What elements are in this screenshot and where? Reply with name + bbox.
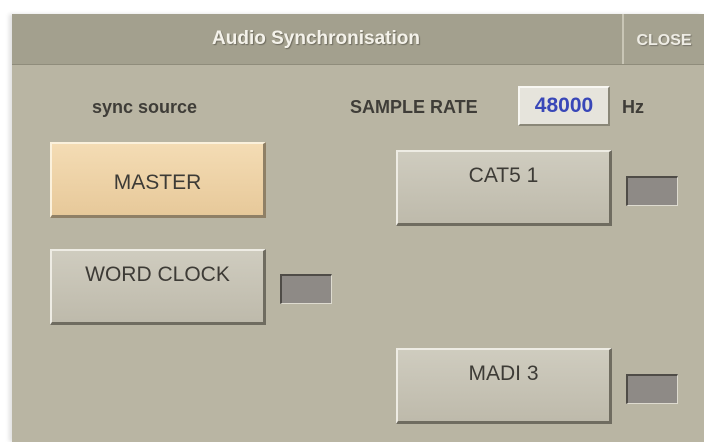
close-button[interactable]: CLOSE	[622, 14, 704, 64]
sync-source-label: sync source	[92, 97, 198, 117]
sample-rate-unit: Hz	[622, 97, 644, 117]
madi-3-indicator	[626, 374, 678, 404]
cat5-1-indicator	[626, 176, 678, 206]
audio-sync-dialog: Audio Synchronisation CLOSE sync source …	[12, 14, 704, 442]
sample-rate-value: 48000	[518, 86, 610, 126]
dialog-title: Audio Synchronisation	[212, 28, 420, 49]
master-button[interactable]: MASTER	[50, 142, 266, 218]
cat5-1-button[interactable]: CAT5 1	[396, 150, 612, 226]
title-bar: Audio Synchronisation CLOSE	[12, 14, 704, 65]
madi-3-button[interactable]: MADI 3	[396, 348, 612, 424]
word-clock-indicator	[280, 274, 332, 304]
word-clock-button[interactable]: WORD CLOCK	[50, 249, 266, 325]
sample-rate-label: SAMPLE RATE	[350, 97, 478, 117]
